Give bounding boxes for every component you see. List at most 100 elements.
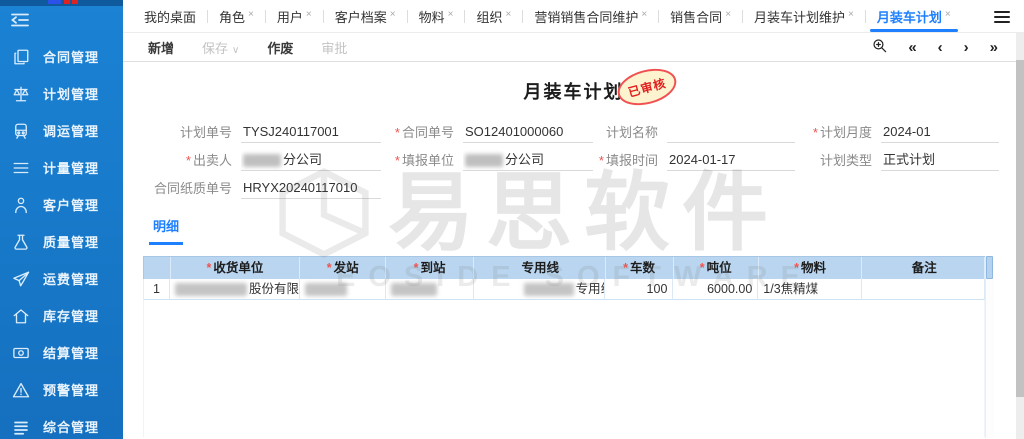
field-label-plan-month: *计划月度 [795,122,881,141]
cell-cars[interactable]: 100 [605,279,673,300]
sidebar-item-inventory[interactable]: 库存管理 [0,297,123,334]
sidebar-item-label: 运费管理 [43,269,99,288]
tab-detail[interactable]: 明细 [149,216,183,245]
tab-sales-contract[interactable]: 销售合同 × [659,0,742,32]
train-icon [11,121,30,140]
hamburger-icon[interactable] [994,8,1010,26]
tab-close-icon[interactable]: × [641,9,647,20]
filling-time-field[interactable]: 2024-01-17 [667,149,795,171]
cell-tonnage[interactable]: 6000.00 [673,279,758,300]
redacted-text [524,283,574,296]
tab-label: 月装车计划 [877,7,942,26]
column-header-from-station[interactable]: *发站 [300,257,386,279]
tab-role[interactable]: 角色 × [208,0,265,32]
first-record-icon[interactable]: « [908,40,916,55]
sidebar-item-comprehensive[interactable]: 综合管理 [0,408,123,439]
next-record-icon[interactable]: › [964,40,969,55]
field-label-seller: *出卖人 [149,150,241,169]
scale-icon [11,84,30,103]
cell-dedicated-line[interactable]: 专用线 [474,279,606,300]
sidebar-item-dispatch[interactable]: 调运管理 [0,112,123,149]
column-header-to-station[interactable]: *到站 [386,257,474,279]
table-row[interactable]: 1 股份有限公 专用线 100 6000.00 1/3焦精煤 [143,279,985,300]
save-button[interactable]: 保存∨ [202,38,239,57]
tab-label: 客户档案 [335,7,387,26]
field-label-plan-no: 计划单号 [149,122,241,141]
window-scrollbar-thumb[interactable] [1016,60,1024,397]
sidebar-item-quality[interactable]: 质量管理 [0,223,123,260]
sidebar-item-plan[interactable]: 计划管理 [0,75,123,112]
last-record-icon[interactable]: » [990,40,998,55]
column-header-cars[interactable]: *车数 [606,257,674,279]
chevron-down-icon: ∨ [232,45,239,56]
contract-icon [11,47,30,66]
add-button[interactable]: 新增 [148,38,174,57]
tab-organization[interactable]: 组织 × [465,0,522,32]
cell-material[interactable]: 1/3焦精煤 [758,279,862,300]
column-header-material[interactable]: *物料 [759,257,863,279]
sidebar-item-customer[interactable]: 客户管理 [0,186,123,223]
menu-fold-icon [10,12,30,31]
tab-label: 用户 [277,7,303,26]
tab-close-icon[interactable]: × [848,9,854,20]
tab-close-icon[interactable]: × [505,9,511,20]
filling-unit-field[interactable]: 分公司 [463,149,593,171]
plan-no-field[interactable]: TYSJ240117001 [241,121,381,143]
tab-close-icon[interactable]: × [945,9,951,20]
sidebar-item-freight[interactable]: 运费管理 [0,260,123,297]
redacted-text [243,154,281,167]
seller-field[interactable]: 分公司 [241,149,381,171]
tab-label: 我的桌面 [144,7,196,26]
tab-close-icon[interactable]: × [306,9,312,20]
column-header-receiver[interactable]: *收货单位 [171,257,300,279]
warning-icon [11,380,30,399]
tab-monthly-loading-plan[interactable]: 月装车计划 × [866,0,962,32]
grid-scrollbar[interactable] [985,256,994,438]
sidebar: 合同管理 计划管理 调运管理 计量管理 客户管理 [0,0,123,439]
plan-type-field[interactable]: 正式计划 [881,149,999,171]
list-icon [11,417,30,436]
tab-monthly-plan-maintain[interactable]: 月装车计划维护 × [743,0,865,32]
column-header-dedicated-line[interactable]: 专用线 [474,257,605,279]
sidebar-menu: 合同管理 计划管理 调运管理 计量管理 客户管理 [0,38,123,439]
field-label-filling-time: *填报时间 [593,150,667,169]
plan-month-field[interactable]: 2024-01 [881,121,999,143]
tab-close-icon[interactable]: × [725,9,731,20]
prev-record-icon[interactable]: ‹ [938,40,943,55]
void-button[interactable]: 作废 [267,38,293,57]
column-header-rownum[interactable] [144,257,171,279]
paper-contract-no-field[interactable]: HRYX20240117010 [241,177,381,199]
sidebar-item-label: 调运管理 [43,121,99,140]
column-header-remark[interactable]: 备注 [862,257,985,279]
sidebar-item-settlement[interactable]: 结算管理 [0,334,123,371]
cell-from-station[interactable] [300,279,386,300]
window-scrollbar[interactable] [1016,33,1024,439]
tab-material[interactable]: 物料 × [408,0,465,32]
zoom-in-icon[interactable] [872,38,887,56]
redacted-text [175,283,247,296]
tab-my-desktop[interactable]: 我的桌面 [133,0,207,32]
logo-fragment-red [72,0,78,4]
tab-close-icon[interactable]: × [448,9,454,20]
column-header-tonnage[interactable]: *吨位 [674,257,759,279]
field-label-paper-contract-no: 合同纸质单号 [149,178,241,197]
grid-scrollbar-thumb[interactable] [986,256,993,279]
tab-close-icon[interactable]: × [390,9,396,20]
sidebar-item-measure[interactable]: 计量管理 [0,149,123,186]
tab-customer-file[interactable]: 客户档案 × [324,0,407,32]
sidebar-item-label: 合同管理 [43,47,99,66]
cell-remark[interactable] [862,279,985,300]
cell-receiver[interactable]: 股份有限公 [170,279,300,300]
grid-empty-area [143,300,985,437]
approve-button[interactable]: 审批 [321,38,347,57]
sidebar-item-alert[interactable]: 预警管理 [0,371,123,408]
contract-no-field[interactable]: SO12401000060 [463,121,593,143]
tab-user[interactable]: 用户 × [266,0,323,32]
sidebar-item-contract[interactable]: 合同管理 [0,38,123,75]
tab-close-icon[interactable]: × [248,9,254,20]
sidebar-collapse-button[interactable] [0,6,123,36]
cell-to-station[interactable] [386,279,474,300]
required-mark: * [813,125,818,140]
plan-name-field[interactable] [667,121,795,143]
tab-marketing-contract[interactable]: 营销销售合同维护 × [523,0,658,32]
